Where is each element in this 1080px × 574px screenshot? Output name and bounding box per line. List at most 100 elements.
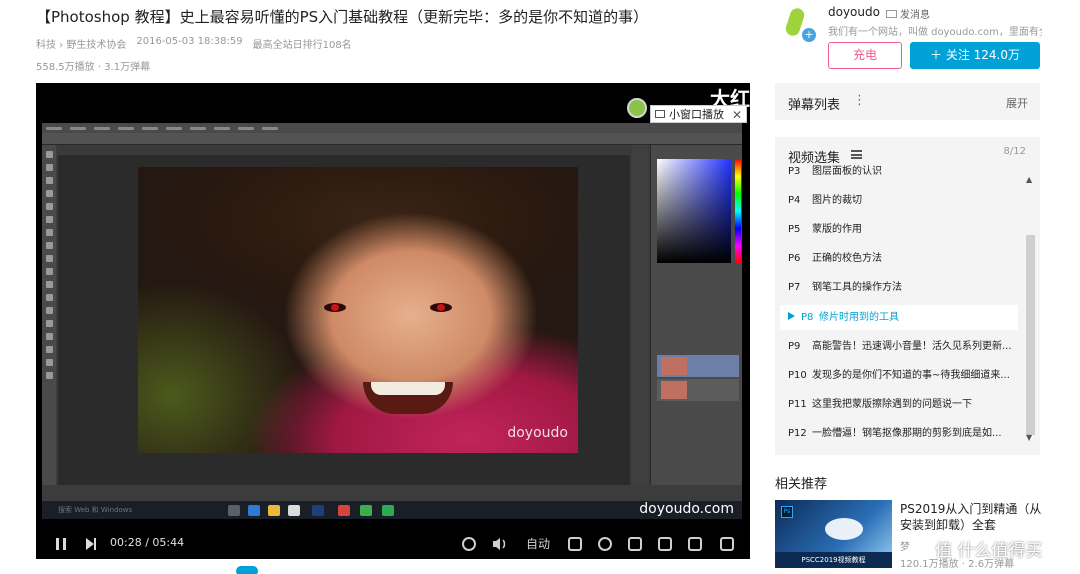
playing-icon (788, 312, 795, 320)
app-icon (360, 505, 372, 516)
chrome-icon (338, 505, 350, 516)
episode-number: P5 (788, 224, 801, 235)
list-item[interactable]: P3 图层面板的认识 (780, 159, 1018, 184)
danmu-count: 3.1万弹幕 (104, 62, 151, 73)
plus-icon: ＋ (929, 48, 942, 62)
scroll-down-icon[interactable]: ▼ (1026, 433, 1032, 442)
pause-icon[interactable] (56, 538, 66, 550)
folder-icon (268, 505, 280, 516)
send-message-link[interactable]: 发消息 (886, 6, 930, 21)
player-controls: 00:28 / 05:44 自动 (36, 529, 750, 559)
episode-name: 高能警告！迅速调小音量！活久见系列更新... (812, 341, 1012, 352)
danmu-settings-icon[interactable] (628, 537, 642, 551)
recommend-video-title[interactable]: PS2019从入门到精通（从安装到卸载）全套 (900, 501, 1050, 533)
episode-name: 图层面板的认识 (812, 166, 882, 177)
app-icon (382, 505, 394, 516)
send-message-label: 发消息 (900, 10, 930, 21)
episode-name: 图片的裁切 (812, 195, 862, 206)
episode-number: P3 (788, 166, 801, 177)
charge-button[interactable]: 充电 (828, 42, 902, 69)
edge-icon (248, 505, 260, 516)
ps-options-bar (42, 133, 742, 145)
episode-name: 这里我把蒙版擦除遇到的问题说一下 (812, 399, 972, 410)
episode-name: 蒙版的作用 (812, 224, 862, 235)
episode-count: 8/12 (1003, 146, 1026, 157)
author-signature: 我们有一个网站，叫做 doyoudo.com，里面有全部的教程 (828, 27, 1042, 38)
layer-row (657, 379, 739, 401)
cloud-image (825, 518, 863, 540)
ps-status-bar (58, 485, 742, 493)
list-icon[interactable] (851, 150, 862, 159)
mini-window-label: 小窗口播放 (669, 108, 724, 121)
recommend-thumbnail[interactable]: Ps PSCC2019视频教程 (775, 500, 892, 568)
mini-window-button[interactable]: 小窗口播放 ✕ (650, 105, 747, 123)
left-eye (324, 303, 346, 312)
photoshop-icon (312, 505, 324, 516)
close-icon[interactable]: ✕ (732, 106, 742, 124)
recommend-author[interactable]: 梦 (900, 538, 910, 553)
web-fullscreen-icon[interactable] (688, 537, 702, 551)
time-display: 00:28 / 05:44 (110, 536, 185, 549)
danmu-off-icon[interactable] (568, 537, 582, 551)
mail-icon (886, 9, 897, 18)
avatar[interactable]: + (780, 6, 816, 42)
photoshop-icon: Ps (781, 506, 793, 518)
list-item[interactable]: P6 正确的校色方法 (780, 246, 1018, 271)
video-page: 【Photoshop 教程】史上最容易听懂的PS入门基础教程（更新完毕：多的是你… (0, 0, 1080, 574)
list-item[interactable]: P12 一脸懵逼！钢笔抠像那期的剪影到底是如... (780, 421, 1018, 446)
breadcrumb-subcategory[interactable]: 野生技术协会 (66, 40, 126, 51)
uploader-logo (627, 98, 647, 118)
photo-watermark: doyoudo (507, 425, 568, 441)
smile (363, 382, 453, 414)
thumbnail-banner: PSCC2019视频教程 (775, 552, 892, 568)
episode-number: P9 (788, 341, 801, 352)
widescreen-icon[interactable] (658, 537, 672, 551)
follow-button[interactable]: ＋ 关注 124.0万 (910, 42, 1040, 69)
play-count: 558.5万播放 (36, 62, 95, 73)
site-watermark: 值 什么值得买 (935, 541, 1043, 561)
color-picker (657, 159, 731, 263)
list-item[interactable]: P4 图片的裁切 (780, 188, 1018, 213)
video-stats: 558.5万播放 · 3.1万弹幕 (36, 62, 151, 73)
episode-name: 修片时用到的工具 (819, 312, 899, 323)
taskbar-search: 搜索 Web 和 Windows (58, 506, 133, 514)
more-icon[interactable]: ⋮ (853, 93, 866, 108)
layer-row (657, 355, 739, 377)
gear-icon[interactable] (598, 537, 612, 551)
episode-name: 一脸懵逼！钢笔抠像那期的剪影到底是如... (812, 428, 1002, 439)
scrollbar[interactable] (1026, 235, 1035, 435)
video-title: 【Photoshop 教程】史上最容易听懂的PS入门基础教程（更新完毕：多的是你… (36, 8, 649, 26)
bilibili-tv-icon[interactable] (462, 537, 476, 551)
rank-info: 最高全站日排行108名 (252, 40, 352, 51)
hue-slider (735, 159, 741, 263)
author-name[interactable]: doyoudo (828, 5, 880, 19)
volume-icon[interactable] (492, 537, 506, 551)
video-meta: 科技 › 野生技术协会 2016-05-03 18:38:59 最高全站日排行1… (36, 36, 352, 51)
danmu-expand-button[interactable]: 展开 (1006, 95, 1028, 111)
list-item[interactable]: P5 蒙版的作用 (780, 217, 1018, 242)
quality-selector[interactable]: 自动 (526, 535, 550, 553)
video-player[interactable]: doyoudo 搜索 Web 和 Windows doyoudo.com 大红 … (36, 83, 750, 559)
list-item[interactable]: P10 发现多的是你们不知道的事~待我细细道来... (780, 363, 1018, 388)
ps-panel-icons (632, 145, 648, 485)
toggle-switch[interactable] (236, 566, 258, 574)
list-item-active[interactable]: P8 修片时用到的工具 (780, 305, 1018, 330)
ps-panels (650, 145, 742, 485)
windows-taskbar: 搜索 Web 和 Windows (42, 501, 742, 519)
episode-number: P4 (788, 195, 801, 206)
list-item[interactable]: P9 高能警告！迅速调小音量！活久见系列更新... (780, 334, 1018, 359)
fullscreen-icon[interactable] (720, 537, 734, 551)
list-item[interactable]: P7 钢笔工具的操作方法 (780, 275, 1018, 300)
episode-number: P11 (788, 399, 807, 410)
breadcrumb-category[interactable]: 科技 (36, 40, 56, 51)
danmu-title: 弹幕列表 (788, 98, 841, 113)
player-watermark: doyoudo.com (639, 501, 734, 517)
danmu-panel: 弹幕列表 ⋮ 展开 (775, 83, 1040, 120)
ps-doc-tabs (58, 145, 638, 153)
next-icon[interactable] (86, 538, 96, 550)
ps-canvas: doyoudo (58, 155, 630, 485)
scroll-up-icon[interactable]: ▲ (1026, 175, 1032, 184)
episode-name: 发现多的是你们不知道的事~待我细细道来... (812, 370, 1010, 381)
list-item[interactable]: P11 这里我把蒙版擦除遇到的问题说一下 (780, 392, 1018, 417)
ps-toolbar (42, 145, 56, 485)
